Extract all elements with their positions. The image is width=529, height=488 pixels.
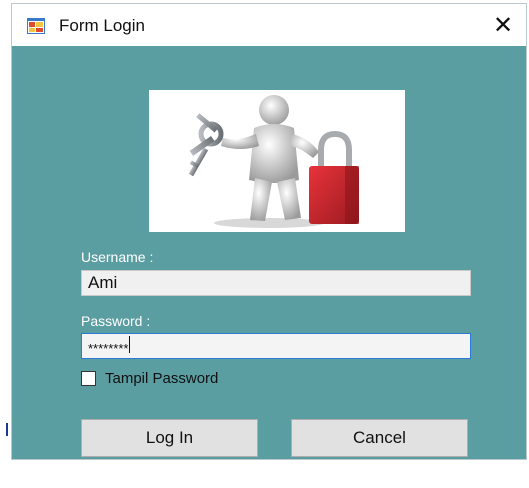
username-input[interactable]: Ami (81, 270, 471, 296)
keys-icon (188, 113, 224, 177)
padlock-icon (309, 130, 359, 224)
background-edge-mark (6, 423, 8, 436)
close-icon: ✕ (492, 11, 514, 39)
password-label: Password : (81, 313, 151, 329)
username-value: Ami (88, 273, 118, 292)
text-caret (129, 336, 131, 354)
password-input[interactable]: ******** (81, 333, 471, 359)
show-password-checkbox[interactable] (81, 371, 96, 386)
title-bar[interactable]: Form Login ✕ (12, 4, 526, 46)
form-app-icon (27, 18, 45, 34)
person-with-keys-and-padlock-image (188, 95, 359, 228)
username-label: Username : (81, 249, 154, 265)
show-password-label[interactable]: Tampil Password (105, 370, 218, 387)
show-password-row[interactable]: Tampil Password (81, 370, 218, 387)
login-illustration (149, 90, 405, 232)
cancel-button[interactable]: Cancel (291, 419, 468, 457)
login-window: Form Login ✕ Username: Ami Password: *… (11, 3, 527, 460)
close-button[interactable]: ✕ (480, 4, 526, 46)
password-value: ******** (88, 341, 129, 356)
form-client-area: Username : Ami Password : ******** Tampi… (12, 46, 526, 459)
login-button[interactable]: Log In (81, 419, 258, 457)
window-title: Form Login (59, 16, 145, 35)
